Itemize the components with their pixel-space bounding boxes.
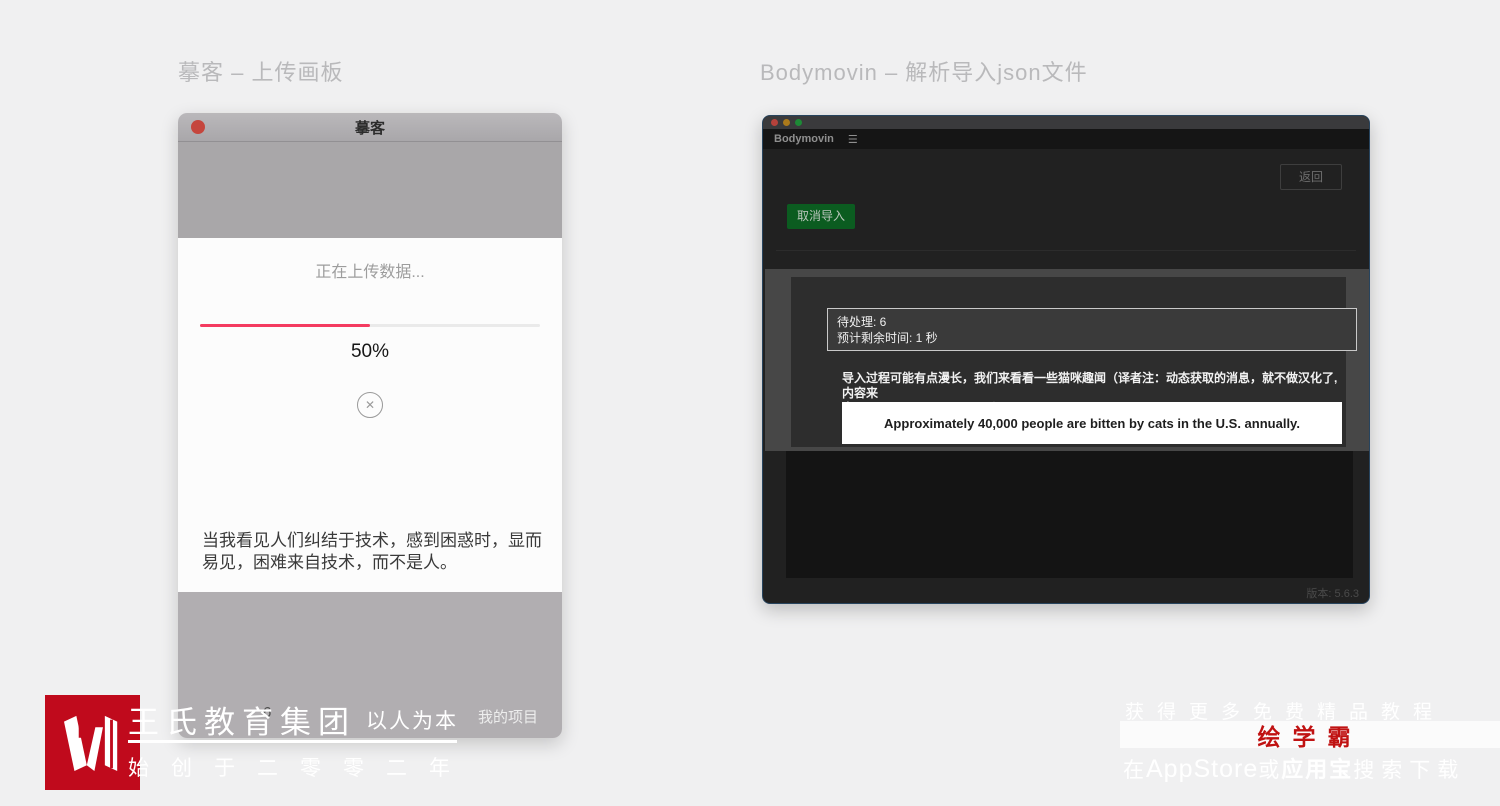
- hamburger-menu-icon[interactable]: ☰: [848, 133, 858, 146]
- download-prefix: 在: [1123, 759, 1146, 782]
- founded-text: 始创于二零零二年: [128, 757, 472, 780]
- preview-area: [786, 451, 1353, 578]
- progress-percent: 50%: [350, 341, 390, 362]
- import-progress-panel: 待处理: 6 预计剩余时间: 1 秒 导入过程可能有点漫长，我们来看看一些猫咪趣…: [765, 269, 1369, 451]
- cat-fact-box: Approximately 40,000 people are bitten b…: [842, 402, 1342, 444]
- quote-text: 当我看见人们纠结于技术，感到困惑时，显而 易见，困难来自技术，而不是人。: [202, 530, 542, 573]
- cancel-import-button[interactable]: 取消导入: [787, 204, 855, 229]
- download-suffix: 搜索下载: [1353, 759, 1466, 782]
- mockplus-titlebar: 摹客: [178, 113, 562, 142]
- w-book-logo-icon: [64, 715, 118, 771]
- divider: [776, 250, 1356, 251]
- zoom-traffic-light-icon[interactable]: [795, 119, 802, 126]
- time-remaining: 预计剩余时间: 1 秒: [837, 331, 938, 345]
- my-projects-link[interactable]: 我的项目: [478, 706, 538, 727]
- right-section-heading: Bodymovin – 解析导入json文件: [760, 60, 1088, 85]
- left-section-heading: 摹客 – 上传画板: [178, 60, 344, 85]
- company-name: 王氏教育集团: [128, 705, 356, 740]
- brand-name-band: 绘学霸: [1120, 721, 1500, 750]
- minimize-traffic-light-icon[interactable]: [783, 119, 790, 126]
- quote-line-2: 易见，困难来自技术，而不是人。: [202, 552, 457, 572]
- quote-line-1: 当我看见人们纠结于技术，感到困惑时，显而: [202, 531, 542, 550]
- upload-dialog-body: 正在上传数据... 50% ✕ 当我看见人们纠结于技术，感到困惑时，显而 易见，…: [178, 238, 562, 592]
- download-or: 或: [1258, 759, 1282, 782]
- cat-fact-text: Approximately 40,000 people are bitten b…: [884, 415, 1300, 431]
- uploading-status-text: 正在上传数据...: [315, 264, 425, 281]
- bodymovin-titlebar: [763, 116, 1369, 129]
- brand-name: 绘学霸: [1257, 723, 1363, 750]
- progress-fill: [200, 324, 370, 327]
- yingyongbao-text: 应用宝: [1281, 757, 1354, 782]
- close-traffic-light-icon[interactable]: [771, 119, 778, 126]
- bodymovin-window: Bodymovin ☰ 返回 取消导入 待处理: 6 预计剩余时间: 1 秒 导…: [762, 115, 1370, 604]
- download-instruction: 在 AppStore 或 应用宝 搜索下载: [1123, 752, 1465, 784]
- import-progress-content: 待处理: 6 预计剩余时间: 1 秒 导入过程可能有点漫长，我们来看看一些猫咪趣…: [791, 277, 1357, 447]
- cancel-upload-icon[interactable]: ✕: [357, 392, 383, 418]
- note-line-1: 导入过程可能有点漫长，我们来看看一些猫咪趣闻（译者注：动态获取的消息，就不做汉化…: [842, 371, 1338, 400]
- scrollbar-right[interactable]: [1346, 269, 1369, 451]
- mockplus-window: 摹客 正在上传数据... 50% ✕ 当我看见人们纠结于技术，感到困惑时，显而 …: [178, 113, 562, 738]
- app-title: Bodymovin: [774, 133, 834, 145]
- divider-line: [128, 740, 457, 743]
- appstore-text: AppStore: [1146, 755, 1259, 783]
- page: 摹客 – 上传画板 Bodymovin – 解析导入json文件 摹客 正在上传…: [0, 0, 1500, 806]
- pending-info-box: 待处理: 6 预计剩余时间: 1 秒: [827, 308, 1357, 351]
- close-traffic-light-icon[interactable]: [191, 120, 205, 134]
- pending-count: 待处理: 6: [837, 315, 887, 329]
- version-label: 版本: 5.6.3: [1306, 588, 1359, 600]
- company-logo: [45, 695, 140, 790]
- bodymovin-menubar: Bodymovin ☰: [763, 129, 1369, 149]
- back-button[interactable]: 返回: [1280, 164, 1342, 190]
- scrollbar-left[interactable]: [765, 269, 791, 451]
- upload-progress-bar: [200, 324, 540, 327]
- artboard-preview-area: [178, 142, 562, 238]
- company-slogan: 以人为本: [366, 710, 458, 733]
- window-title: 摹客: [354, 119, 385, 137]
